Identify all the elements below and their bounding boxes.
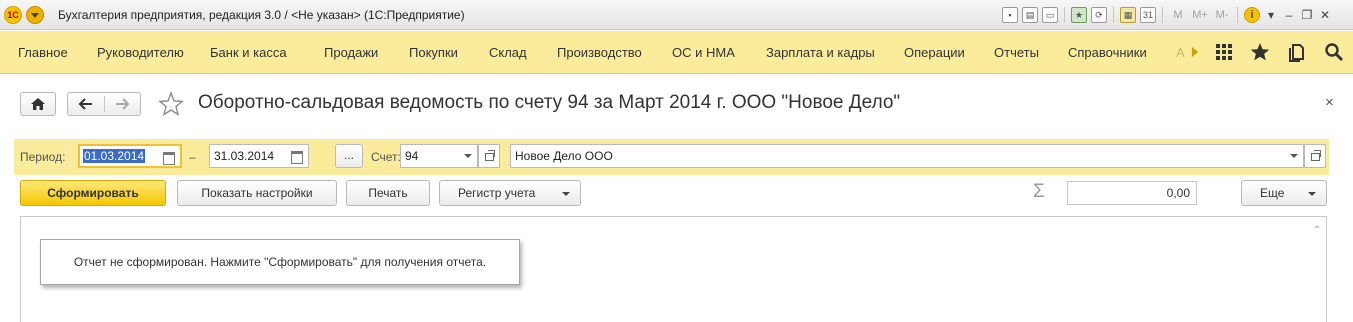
menu-item-main[interactable]: Главное — [18, 45, 68, 60]
toolbar-separator — [1237, 7, 1238, 23]
calculator-icon[interactable]: ▦ — [1120, 7, 1136, 23]
generate-button[interactable]: Сформировать — [20, 180, 166, 206]
preview-icon[interactable]: ▭ — [1042, 7, 1058, 23]
menu-item-warehouse[interactable]: Склад — [489, 45, 527, 60]
restore-icon[interactable]: ❐ — [1300, 8, 1314, 22]
memory-m-button[interactable]: M — [1169, 9, 1187, 21]
menu-item-catalogs[interactable]: Справочники — [1068, 45, 1147, 60]
menu-scroll-right-icon[interactable] — [1192, 47, 1198, 57]
calendar-icon[interactable] — [158, 146, 180, 166]
print-icon[interactable]: ▤ — [1022, 7, 1038, 23]
info-icon[interactable]: i — [1244, 7, 1260, 23]
period-dash: – — [189, 150, 196, 164]
date-to-value: 31.03.2014 — [214, 149, 275, 163]
window-title-bar: 1С Бухгалтерия предприятия, редакция 3.0… — [0, 0, 1353, 30]
date-from-field[interactable]: 01.03.2014 — [78, 144, 182, 168]
menu-item-purchases[interactable]: Покупки — [409, 45, 458, 60]
grid-icon[interactable] — [1212, 40, 1236, 64]
open-account-icon[interactable] — [478, 144, 500, 168]
link-icon[interactable]: ⟳ — [1091, 7, 1107, 23]
date-to-field[interactable]: 31.03.2014 — [209, 144, 309, 168]
chevron-down-icon[interactable] — [1285, 145, 1303, 167]
sum-field: 0,00 — [1067, 181, 1197, 205]
account-field[interactable]: 94 — [400, 144, 478, 168]
show-settings-button[interactable]: Показать настройки — [177, 180, 337, 206]
menu-item-salary[interactable]: Зарплата и кадры — [766, 45, 875, 60]
more-button-label: Еще — [1260, 186, 1285, 200]
close-form-icon[interactable]: × — [1325, 94, 1334, 111]
close-window-icon[interactable]: ✕ — [1318, 8, 1332, 22]
menu-item-director[interactable]: Руководителю — [97, 45, 184, 60]
title-toolbar: ▪ ▤ ▭ ★ ⟳ ▦ 31 M M+ M- i ▾ – ❐ ✕ — [1002, 5, 1332, 25]
menu-item-operations[interactable]: Операции — [904, 45, 965, 60]
memory-minus-button[interactable]: M- — [1213, 9, 1231, 21]
menu-item-bank-cash[interactable]: Банк и касса — [210, 45, 287, 60]
sigma-icon: Σ — [1033, 181, 1045, 202]
period-label: Период: — [20, 150, 66, 164]
chevron-down-icon[interactable] — [459, 145, 477, 167]
home-icon — [31, 98, 45, 110]
save-icon[interactable]: ▪ — [1002, 7, 1018, 23]
account-label: Счет: — [371, 150, 401, 164]
main-menu-button[interactable] — [26, 6, 44, 24]
menu-item-sales[interactable]: Продажи — [324, 45, 378, 60]
menu-item-reports[interactable]: Отчеты — [994, 45, 1039, 60]
calendar-icon[interactable] — [286, 145, 308, 167]
calendar-icon[interactable]: 31 — [1140, 7, 1156, 23]
back-arrow-icon[interactable] — [78, 97, 94, 111]
star-icon[interactable] — [1248, 40, 1272, 64]
forward-arrow-icon[interactable] — [114, 97, 130, 111]
minimize-icon[interactable]: – — [1282, 8, 1296, 22]
search-icon[interactable] — [1322, 40, 1346, 64]
date-from-value: 01.03.2014 — [83, 149, 146, 163]
toolbar-separator — [1064, 7, 1065, 23]
dropdown-caret-icon[interactable]: ▾ — [1264, 8, 1278, 22]
print-button[interactable]: Печать — [346, 180, 430, 206]
organization-field[interactable]: Новое Дело ООО — [510, 144, 1304, 168]
menu-item-production[interactable]: Производство — [557, 45, 642, 60]
toolbar-separator — [1113, 7, 1114, 23]
sections-panel: Главное Руководителю Банк и касса Продаж… — [0, 31, 1353, 74]
favorites-add-icon[interactable]: ★ — [1071, 7, 1087, 23]
organization-value: Новое Дело ООО — [515, 149, 613, 163]
page-title: Оборотно-сальдовая ведомость по счету 94… — [198, 92, 901, 113]
window-title: Бухгалтерия предприятия, редакция 3.0 / … — [58, 8, 465, 22]
toolbar-separator — [1162, 7, 1163, 23]
chevron-down-icon — [562, 192, 570, 196]
menu-item-fixed-assets[interactable]: ОС и НМА — [672, 45, 735, 60]
account-value: 94 — [405, 149, 419, 163]
nav-divider — [104, 96, 105, 112]
report-not-generated-notice: Отчет не сформирован. Нажмите "Сформиров… — [40, 239, 520, 285]
report-parameters-panel: Период: 01.03.2014 – 31.03.2014 ... Счет… — [14, 139, 1329, 175]
more-button[interactable]: Еще — [1241, 180, 1327, 206]
history-nav-buttons — [67, 92, 141, 116]
menu-overflow-text: А — [1176, 45, 1185, 60]
period-select-button[interactable]: ... — [335, 144, 363, 168]
history-icon[interactable] — [1286, 40, 1310, 64]
home-button[interactable] — [20, 92, 56, 116]
register-button-label: Регистр учета — [458, 186, 536, 200]
memory-plus-button[interactable]: M+ — [1191, 9, 1209, 21]
favorite-star-icon[interactable] — [158, 91, 184, 117]
scroll-up-icon[interactable] — [1314, 225, 1320, 228]
register-button[interactable]: Регистр учета — [439, 180, 581, 206]
chevron-down-icon — [1308, 192, 1316, 196]
app-logo-icon: 1С — [4, 6, 22, 24]
open-organization-icon[interactable] — [1304, 144, 1326, 168]
